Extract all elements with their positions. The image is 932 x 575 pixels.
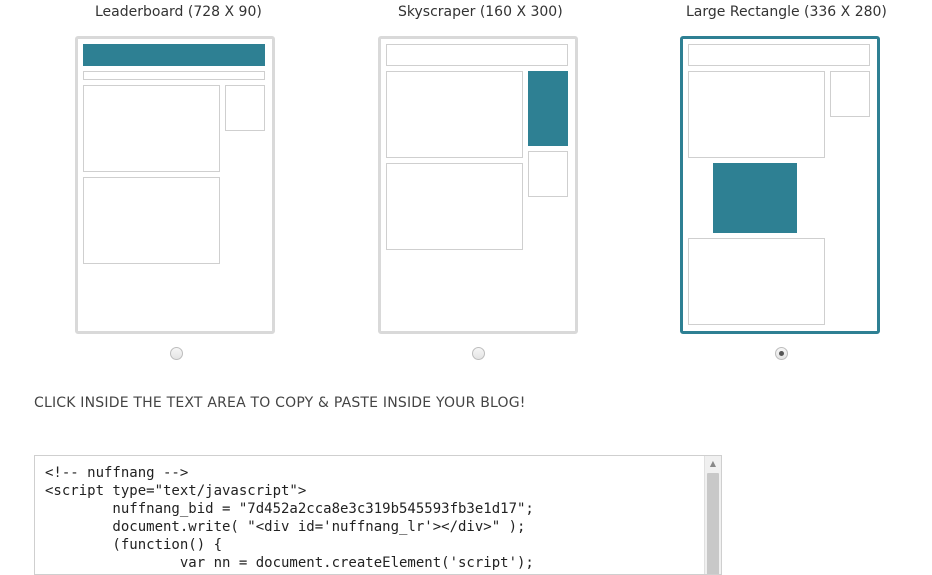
layout-preview-skyscraper[interactable] — [378, 36, 578, 334]
placeholder-content — [386, 163, 523, 250]
placeholder-content — [386, 71, 523, 158]
ad-slot-large-rectangle — [713, 163, 797, 233]
code-line: nuffnang_bid = "7d452a2cca8e3c319b545593… — [45, 501, 534, 517]
scroll-thumb[interactable] — [707, 473, 719, 574]
radio-skyscraper[interactable] — [472, 347, 485, 360]
placeholder-bar — [386, 44, 568, 66]
placeholder-content — [83, 85, 220, 172]
code-line: document.write( "<div id='nuffnang_lr'><… — [45, 519, 526, 535]
layout-preview-leaderboard[interactable] — [75, 36, 275, 334]
option-title-skyscraper: Skyscraper (160 X 300) — [398, 4, 563, 20]
radio-large-rectangle[interactable] — [775, 347, 788, 360]
scroll-up-arrow-icon[interactable]: ▲ — [705, 456, 721, 472]
layout-preview-large-rectangle[interactable] — [680, 36, 880, 334]
embed-code: <!-- nuffnang --> <script type="text/jav… — [45, 464, 534, 572]
placeholder-sidebar — [528, 151, 568, 197]
code-line: (function() { — [45, 537, 223, 553]
code-line: var nn = document.createElement('script'… — [45, 555, 534, 571]
option-title-leaderboard: Leaderboard (728 X 90) — [95, 4, 262, 20]
vertical-scrollbar[interactable]: ▲ — [704, 456, 721, 574]
radio-leaderboard[interactable] — [170, 347, 183, 360]
code-line: <script type="text/javascript"> — [45, 483, 307, 499]
placeholder-bar — [688, 44, 870, 66]
placeholder-content — [688, 71, 825, 158]
placeholder-sidebar — [225, 85, 265, 131]
code-line: <!-- nuffnang --> — [45, 465, 189, 481]
placeholder-sidebar — [830, 71, 870, 117]
copy-instruction: CLICK INSIDE THE TEXT AREA TO COPY & PAS… — [34, 395, 526, 411]
embed-code-textarea[interactable]: <!-- nuffnang --> <script type="text/jav… — [34, 455, 722, 575]
placeholder-content — [83, 177, 220, 264]
ad-slot-skyscraper — [528, 71, 568, 146]
placeholder-content — [688, 238, 825, 325]
ad-slot-leaderboard — [83, 44, 265, 66]
option-title-large-rectangle: Large Rectangle (336 X 280) — [686, 4, 887, 20]
placeholder-bar — [83, 71, 265, 80]
